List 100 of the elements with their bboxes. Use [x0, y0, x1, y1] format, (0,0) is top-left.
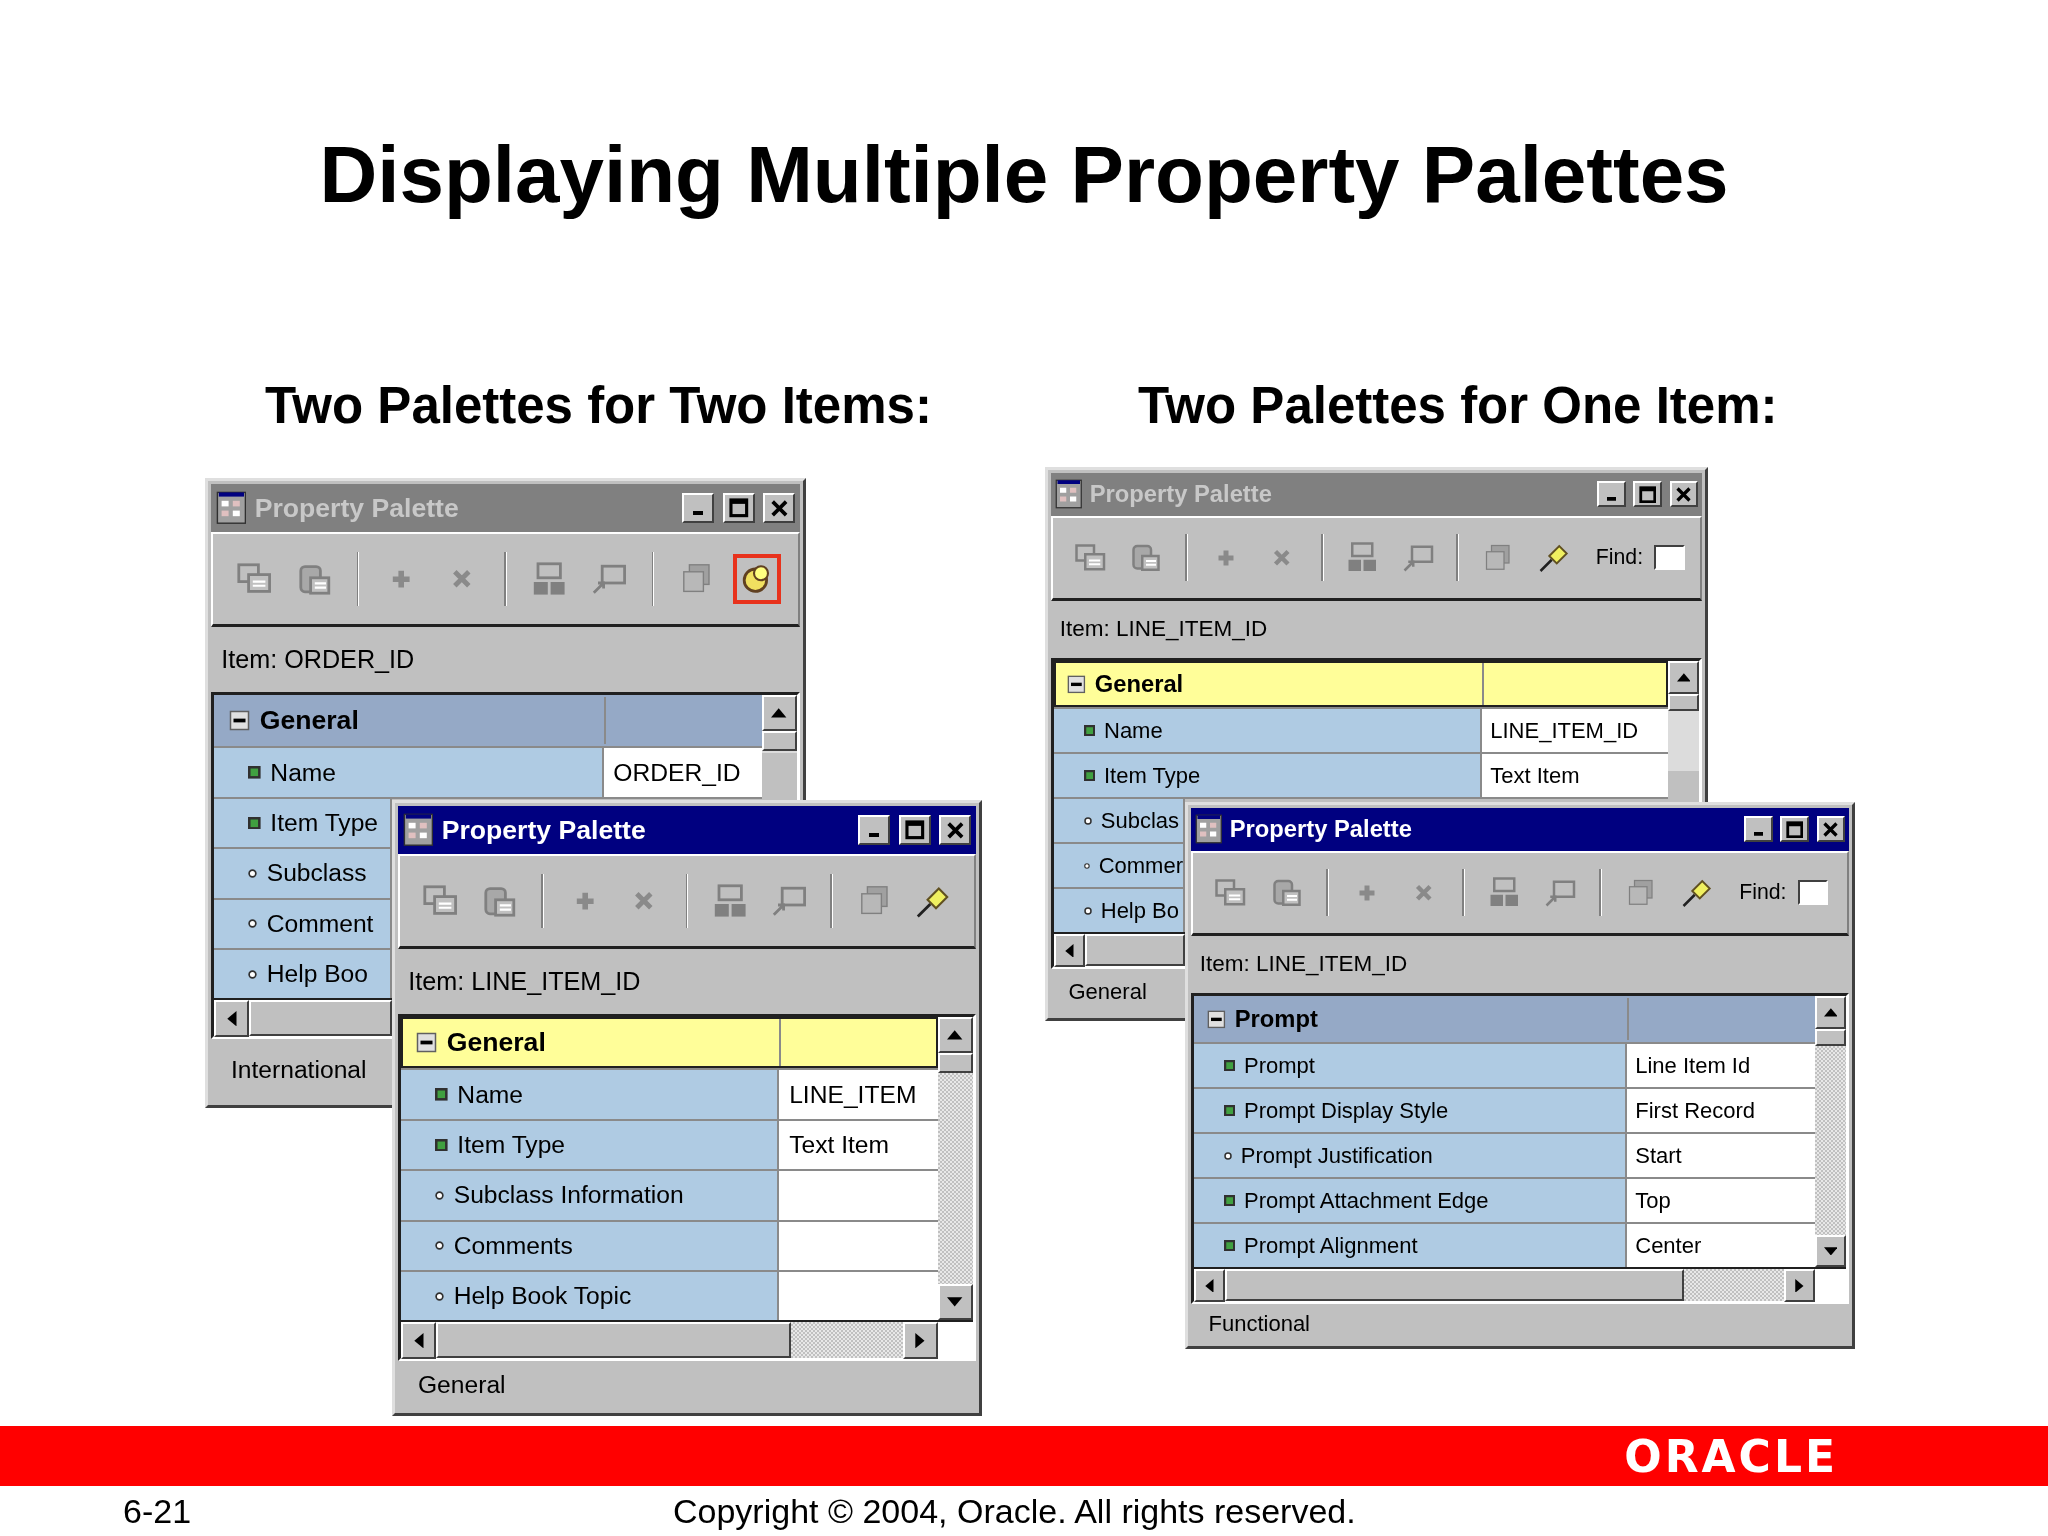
property-name-cell[interactable]: Prompt: [1194, 1044, 1627, 1088]
right-arrow-icon: [1794, 1278, 1804, 1293]
down-arrow-icon: [1823, 1246, 1838, 1256]
minimize-button[interactable]: [1744, 816, 1773, 843]
property-name-cell[interactable]: Commer: [1054, 844, 1185, 888]
property-value-cell[interactable]: ORDER_ID: [603, 748, 762, 797]
minimize-button[interactable]: [1597, 481, 1626, 508]
property-name-cell[interactable]: Help Boo: [214, 949, 393, 999]
maximize-button[interactable]: [1633, 481, 1662, 508]
property-value-cell[interactable]: LINE_ITEM_ID: [1481, 709, 1668, 753]
scroll-thumb[interactable]: [1085, 934, 1185, 966]
scroll-left-button[interactable]: [214, 1000, 250, 1037]
maximize-button[interactable]: [898, 815, 931, 845]
maximize-button[interactable]: [1780, 816, 1809, 843]
property-value-cell[interactable]: Start: [1626, 1134, 1815, 1178]
app-icon: [1194, 814, 1223, 845]
collapse-icon[interactable]: [415, 1031, 437, 1053]
property-name-cell[interactable]: Subclass: [214, 849, 393, 898]
left-arrow-icon: [226, 1010, 237, 1027]
minimize-button[interactable]: [858, 815, 891, 845]
property-name-cell[interactable]: Prompt Attachment Edge: [1194, 1179, 1627, 1223]
property-value-cell[interactable]: Text Item: [1481, 754, 1668, 798]
scroll-thumb[interactable]: [249, 1000, 393, 1037]
left-arrow-icon: [413, 1332, 424, 1349]
property-value: Center: [1635, 1232, 1702, 1259]
scroll-right-button[interactable]: [902, 1322, 938, 1359]
property-name-cell[interactable]: Item Type: [214, 798, 393, 848]
section-heading: Two Palettes for Two Items:: [265, 375, 933, 435]
app-icon: [402, 813, 434, 847]
property-value-cell[interactable]: [779, 1171, 938, 1220]
property-value-cell[interactable]: Text Item: [779, 1120, 938, 1170]
logo: ORACLE: [1624, 1430, 1838, 1482]
property-name-cell[interactable]: Subclas: [1054, 799, 1185, 843]
close-button[interactable]: [763, 493, 796, 523]
item-label: Item: LINE_ITEM_ID: [408, 966, 641, 996]
group-header[interactable]: General: [401, 1016, 938, 1069]
right-arrow-icon: [915, 1332, 926, 1349]
scroll-left-button[interactable]: [1194, 1269, 1226, 1302]
find-label: Find:: [1595, 545, 1644, 570]
close-button[interactable]: [1816, 816, 1846, 843]
property-name-cell[interactable]: Subclass Information: [401, 1171, 780, 1220]
property-value-cell[interactable]: Center: [1626, 1224, 1815, 1268]
property-name: Subclass Information: [453, 1181, 684, 1210]
close-button[interactable]: [939, 815, 972, 845]
left-arrow-icon: [1205, 1278, 1214, 1293]
close-icon: [1676, 486, 1692, 502]
property-name: Item Type: [270, 808, 379, 837]
property-name-cell[interactable]: Item Type: [1054, 754, 1482, 798]
scroll-up-button[interactable]: [761, 694, 797, 731]
up-arrow-icon: [947, 1029, 963, 1040]
property-value-cell[interactable]: First Record: [1626, 1089, 1815, 1133]
scroll-up-button[interactable]: [937, 1016, 973, 1053]
property-name-cell[interactable]: Prompt Display Style: [1194, 1089, 1627, 1133]
group-header[interactable]: General: [214, 694, 762, 747]
pin-button[interactable]: [732, 553, 781, 605]
maximize-button[interactable]: [722, 493, 755, 523]
close-icon: [1823, 821, 1839, 837]
collapse-icon[interactable]: [228, 709, 250, 731]
scroll-right-button[interactable]: [1783, 1269, 1815, 1302]
group-header[interactable]: General: [1054, 661, 1668, 708]
find-field[interactable]: [1797, 879, 1829, 906]
property-value-cell[interactable]: [779, 1221, 938, 1270]
scroll-left-button[interactable]: [401, 1322, 437, 1359]
close-button[interactable]: [1669, 481, 1699, 508]
property-value: Start: [1635, 1142, 1682, 1169]
property-name-cell[interactable]: Item Type: [401, 1120, 780, 1170]
property-name-cell[interactable]: Help Book Topic: [401, 1271, 780, 1321]
collapse-icon[interactable]: [1067, 674, 1086, 694]
property-value: Top: [1635, 1187, 1671, 1214]
property-name: Name: [457, 1080, 524, 1109]
up-arrow-icon: [771, 707, 787, 718]
minimize-icon: [1753, 831, 1763, 836]
property-value-cell[interactable]: [779, 1271, 938, 1321]
property-name-cell[interactable]: Help Bo: [1054, 889, 1185, 933]
maximize-icon: [729, 498, 749, 518]
property-name-cell[interactable]: Prompt Justification: [1194, 1134, 1627, 1178]
property-name: Help Boo: [266, 960, 368, 989]
property-value-cell[interactable]: Top: [1626, 1179, 1815, 1223]
minimize-button[interactable]: [682, 493, 715, 523]
property-name: Name: [270, 758, 337, 787]
property-value-cell[interactable]: LINE_ITEM: [779, 1070, 938, 1119]
property-name-cell[interactable]: Comment: [214, 899, 393, 948]
scroll-thumb[interactable]: [436, 1322, 791, 1359]
find-field[interactable]: [1654, 544, 1685, 571]
property-name-cell[interactable]: Name: [214, 748, 604, 797]
group-label: General: [1094, 670, 1184, 699]
property-name-cell[interactable]: Prompt Alignment: [1194, 1224, 1627, 1268]
property-name-cell[interactable]: Comments: [401, 1221, 780, 1270]
scroll-up-button[interactable]: [1667, 661, 1699, 694]
status-text: General: [417, 1371, 506, 1400]
property-name-cell[interactable]: Name: [1054, 709, 1482, 753]
minimize-icon: [693, 510, 704, 516]
scroll-up-button[interactable]: [1814, 996, 1846, 1029]
close-icon: [946, 821, 964, 839]
property-value-cell[interactable]: Line Item Id: [1626, 1044, 1815, 1088]
scroll-thumb[interactable]: [1225, 1269, 1684, 1301]
collapse-icon[interactable]: [1207, 1009, 1226, 1029]
property-name-cell[interactable]: Name: [401, 1070, 780, 1119]
group-header[interactable]: Prompt: [1194, 996, 1815, 1043]
scroll-left-button[interactable]: [1054, 934, 1086, 967]
